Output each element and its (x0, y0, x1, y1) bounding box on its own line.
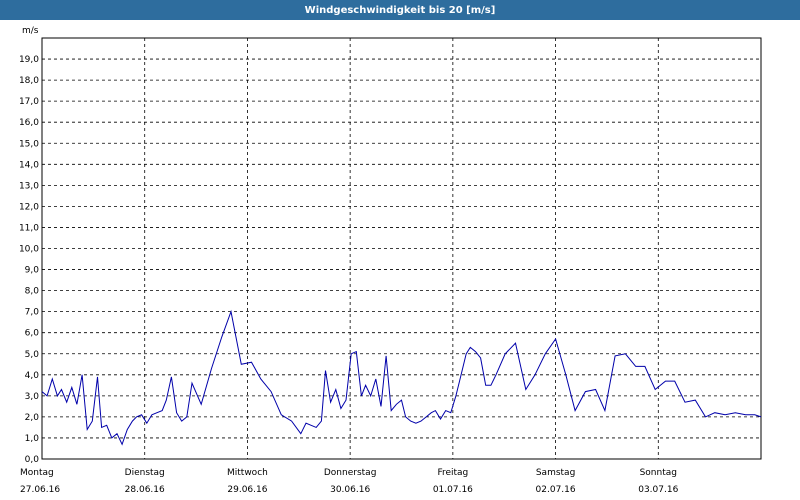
x-weekday-label: Donnerstag (324, 468, 377, 478)
x-weekday-label: Sonntag (640, 468, 677, 478)
y-tick-label: 0,0 (25, 455, 40, 465)
y-tick-label: 4,0 (25, 371, 40, 381)
x-weekday-label: Freitag (437, 468, 468, 478)
y-tick-label: 15,0 (19, 139, 39, 149)
x-date-label: 30.06.16 (330, 485, 370, 495)
x-date-label: 01.07.16 (433, 485, 473, 495)
y-tick-label: 14,0 (19, 160, 39, 170)
x-weekday-label: Dienstag (125, 468, 165, 478)
y-axis-unit: m/s (22, 26, 39, 36)
y-tick-label: 6,0 (25, 329, 40, 339)
y-tick-label: 11,0 (19, 223, 39, 233)
x-date-label: 29.06.16 (227, 485, 267, 495)
x-date-label: 27.06.16 (20, 485, 60, 495)
y-tick-labels: 0,0 1,0 2,0 3,0 4,0 5,0 6,0 7,0 8,0 9,0 10,0 11,0 12… (19, 55, 39, 465)
y-tick-label: 1,0 (25, 434, 40, 444)
y-tick-label: 17,0 (19, 97, 39, 107)
y-tick-label: 8,0 (25, 287, 40, 297)
chart-title-bar: Windgeschwindigkeit bis 20 [m/s] (0, 0, 800, 20)
y-tick-label: 5,0 (25, 350, 40, 360)
x-date-label: 02.07.16 (536, 485, 576, 495)
y-tick-label: 18,0 (19, 76, 39, 86)
x-weekday-label: Mittwoch (227, 468, 268, 478)
y-tick-label: 10,0 (19, 245, 39, 255)
y-tick-label: 2,0 (25, 413, 40, 423)
y-tick-label: 9,0 (25, 266, 40, 276)
wind-speed-chart: 0,0 1,0 2,0 3,0 4,0 5,0 6,0 7,0 8,0 9,0 10,0 11,0 12… (19, 26, 762, 495)
plot-area (41, 37, 762, 460)
y-tick-label: 13,0 (19, 181, 39, 191)
x-weekday-label: Samstag (536, 468, 575, 478)
y-tick-label: 19,0 (19, 55, 39, 65)
y-tick-label: 3,0 (25, 392, 40, 402)
x-tick-labels: Montag 27.06.16 Dienstag 28.06.16 Mittwoch 29… (20, 468, 679, 495)
y-tick-label: 12,0 (19, 202, 39, 212)
chart-title: Windgeschwindigkeit bis 20 [m/s] (304, 4, 496, 16)
y-tick-label: 16,0 (19, 118, 39, 128)
x-date-label: 28.06.16 (125, 485, 165, 495)
x-weekday-label: Montag (20, 468, 54, 478)
x-date-label: 03.07.16 (638, 485, 678, 495)
y-tick-label: 7,0 (25, 308, 40, 318)
